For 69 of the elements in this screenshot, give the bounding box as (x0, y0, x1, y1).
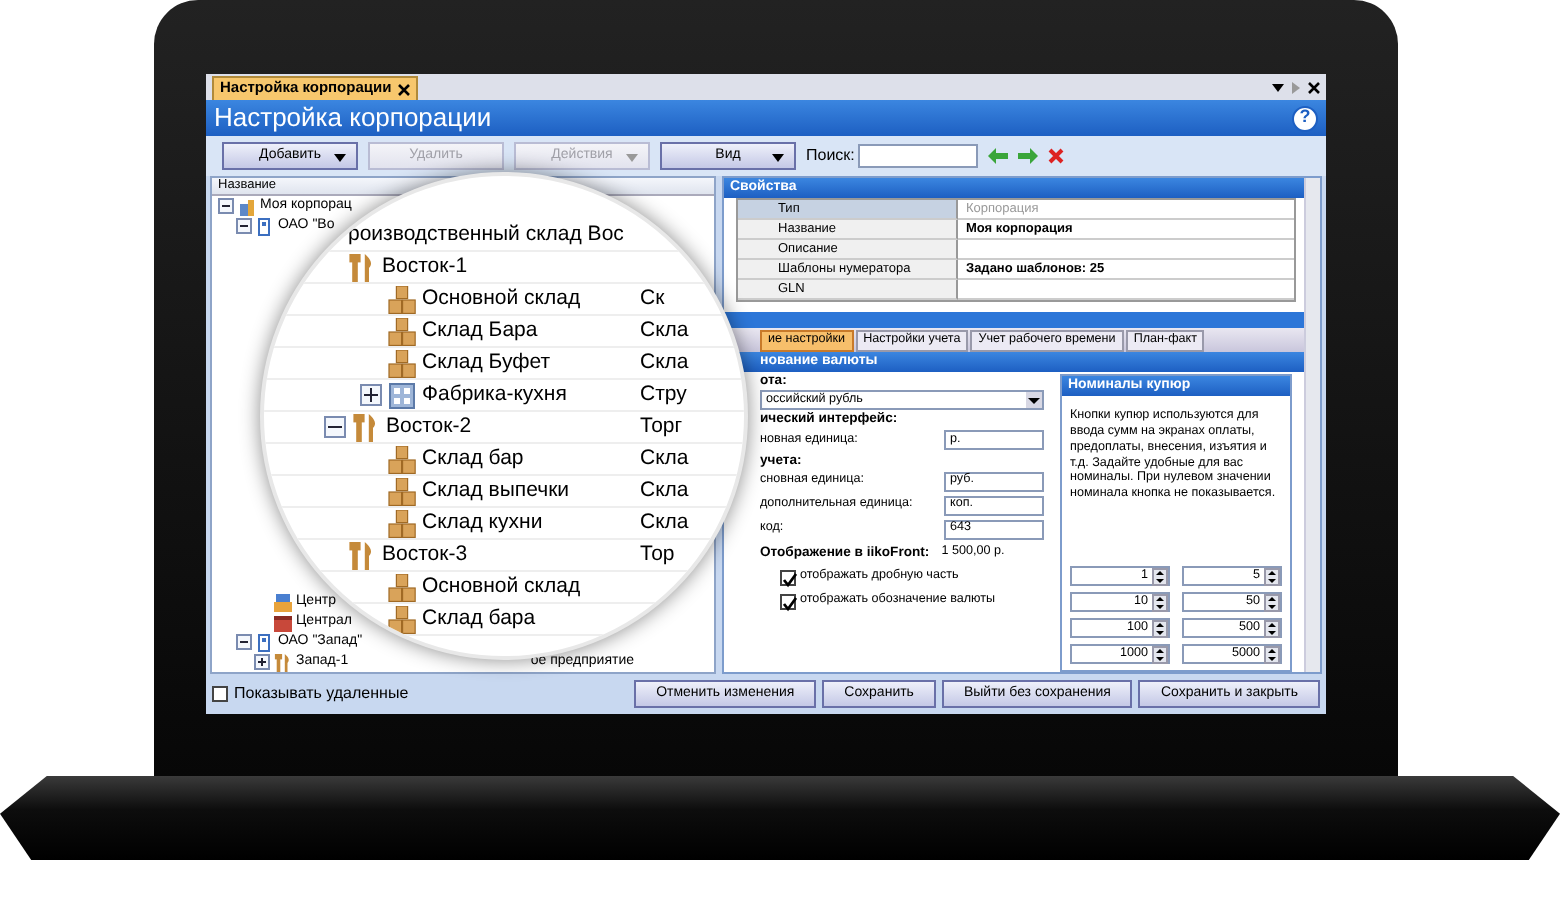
scrollbar[interactable] (1304, 178, 1320, 672)
caret-icon (334, 154, 346, 162)
collapse-icon[interactable] (236, 218, 252, 234)
tree-item-label[interactable]: Склад Бара (422, 319, 538, 343)
type-cell: Тор (640, 543, 675, 567)
box-stack-icon (388, 349, 416, 377)
collapse-icon[interactable] (218, 198, 234, 214)
caret-icon (1028, 398, 1040, 405)
tree-item-label[interactable]: Восток-1 (382, 255, 468, 279)
tree-item-label[interactable]: Восток-3 (382, 543, 468, 567)
type-cell: Скла (640, 479, 689, 503)
document-icon (256, 217, 274, 235)
box-stack-icon (388, 573, 416, 601)
spin-arrows-icon[interactable] (1152, 593, 1168, 611)
box-stack-icon (388, 605, 416, 633)
spin-arrows-icon[interactable] (1152, 619, 1168, 637)
window-title: Настройка корпорации (214, 103, 492, 133)
type-cell: Скла (640, 319, 689, 343)
type-cell: Ск (640, 287, 665, 311)
search-label: Поиск: (806, 147, 855, 165)
tree-item-label[interactable]: Основной склад (422, 575, 581, 599)
box-stack-icon (388, 317, 416, 345)
expand-icon[interactable] (254, 654, 270, 670)
tree-item-label[interactable]: роизводственный склад Вос (348, 223, 624, 247)
tree-item-label[interactable]: Основной склад (422, 287, 581, 311)
delete-icon[interactable] (1048, 148, 1065, 164)
document-icon (256, 633, 274, 651)
collapse-icon[interactable] (236, 634, 252, 650)
expand-icon[interactable] (360, 384, 382, 406)
tree-item-label[interactable]: Склад бара (422, 607, 536, 631)
caret-icon (626, 154, 638, 162)
checkbox[interactable] (212, 686, 228, 702)
spin-arrows-icon[interactable] (1152, 645, 1168, 663)
spin-arrows-icon[interactable] (1264, 645, 1280, 663)
type-cell: Стру (640, 383, 687, 407)
tree-item-label[interactable]: Склад Буфет (422, 351, 551, 375)
shop-icon (274, 613, 292, 631)
box-stack-icon (388, 509, 416, 537)
checkbox[interactable] (780, 569, 796, 586)
tree-item-label[interactable]: Восток-2 (386, 415, 472, 439)
tree-item-label[interactable]: Фабрика-кухня (422, 383, 567, 407)
search-field[interactable] (858, 144, 979, 168)
close-icon[interactable] (397, 83, 410, 95)
tree-item-label[interactable]: Склад выпечки (422, 479, 570, 503)
box-stack-icon (388, 477, 416, 505)
fork-knife-icon (352, 413, 380, 441)
type-cell: Скла (640, 447, 689, 471)
box-stack-icon (388, 285, 416, 313)
type-cell: Торг (640, 415, 683, 439)
checkbox[interactable] (780, 593, 796, 610)
spin-arrows-icon[interactable] (1264, 567, 1280, 585)
fork-knife-icon (274, 653, 292, 671)
collapse-icon[interactable] (324, 416, 346, 438)
help-button[interactable]: ? (1292, 105, 1318, 131)
tree-item-label[interactable]: Склад кухни (422, 511, 543, 535)
type-cell: Скла (640, 351, 689, 375)
fork-knife-icon (348, 541, 376, 569)
spin-arrows-icon[interactable] (1264, 619, 1280, 637)
checkbox-label[interactable]: Показывать удаленные (234, 685, 409, 703)
tree-item-label[interactable]: Склад бар (422, 447, 524, 471)
store-icon (274, 593, 292, 611)
close-icon[interactable] (1308, 82, 1320, 94)
spin-arrows-icon[interactable] (1264, 593, 1280, 611)
box-stack-icon (388, 445, 416, 473)
fork-knife-icon (348, 253, 376, 281)
dropdown-icon[interactable] (1272, 84, 1284, 92)
spin-arrows-icon[interactable] (1152, 567, 1168, 585)
type-cell: Скла (640, 511, 689, 535)
caret-icon (772, 154, 784, 162)
